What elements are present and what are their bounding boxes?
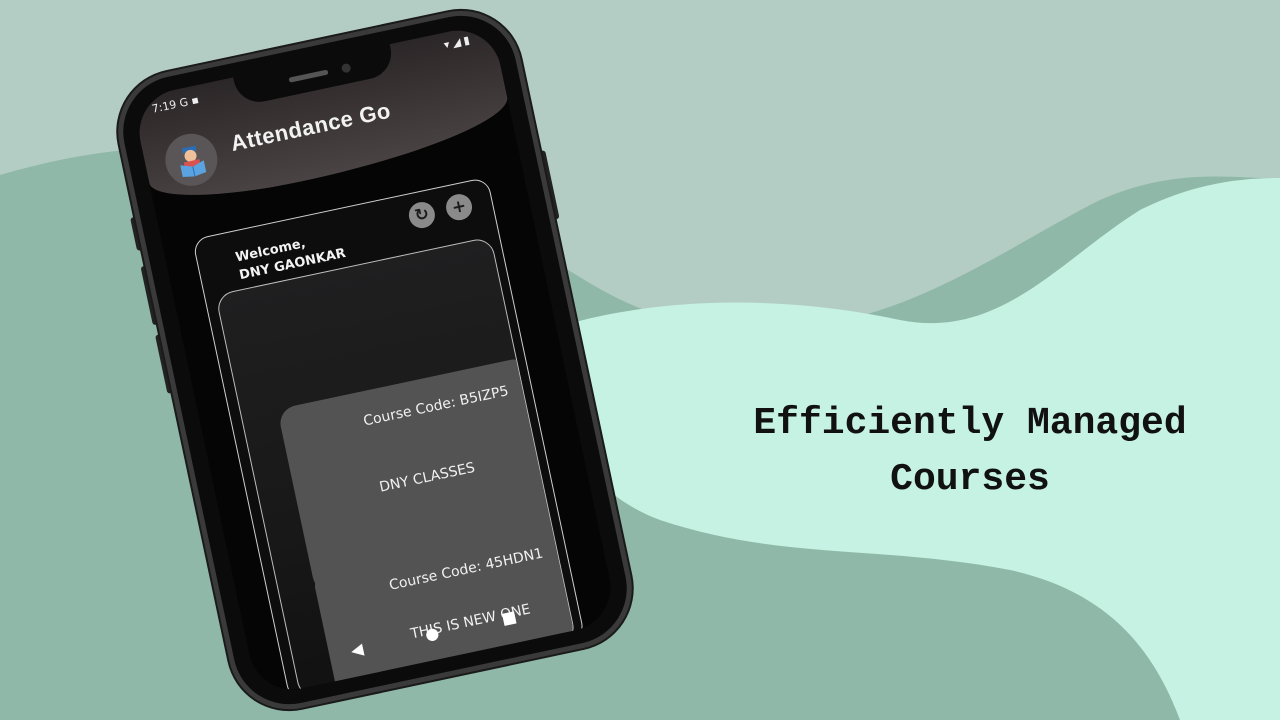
course-name: DNY CLASSES [378, 459, 477, 496]
course-code: Course Code: B5IZP5 [361, 383, 511, 430]
app-logo [160, 128, 223, 191]
status-time: 7:19 G ▪ [150, 93, 201, 116]
refresh-button[interactable]: ↻ [406, 199, 438, 231]
course-code: Course Code: 45HDN1 [387, 545, 545, 594]
nav-home-icon[interactable]: ● [423, 623, 441, 644]
status-icons: ▾◢▮ [442, 32, 474, 52]
plus-icon: + [450, 195, 469, 219]
add-course-button[interactable]: + [443, 191, 475, 223]
nav-back-icon[interactable]: ◀ [349, 639, 365, 660]
tagline: Efficiently Managed Courses [700, 396, 1240, 508]
refresh-icon: ↻ [412, 203, 431, 227]
reader-avatar-icon [180, 145, 207, 177]
speaker [288, 69, 329, 83]
tagline-line-1: Efficiently Managed [753, 402, 1187, 445]
app-title: Attendance Go [228, 97, 393, 156]
front-camera [340, 62, 352, 74]
tagline-line-2: Courses [890, 458, 1050, 501]
nav-recents-icon[interactable]: ■ [500, 606, 519, 628]
